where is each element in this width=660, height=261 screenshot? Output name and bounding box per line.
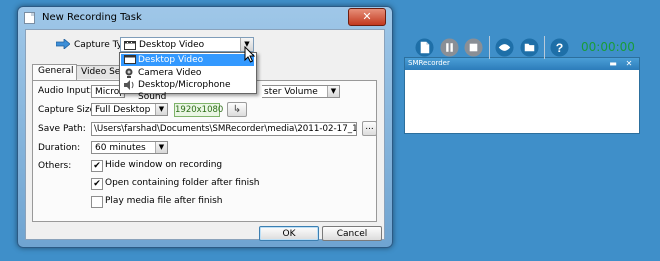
smrecorder-titlebar[interactable]: SMRecorder ▬ ✕ [405,58,639,70]
save-path-label: Save Path: [38,124,86,134]
dialog-title: New Recording Task [42,12,142,23]
resolution-badge: 1920x1080 [174,103,224,117]
webcam-icon [125,68,133,78]
save-path-input[interactable]: \Users\farshad\Documents\SMRecorder\medi… [91,122,357,136]
capture-size-select[interactable]: Full Desktop ▼ [91,103,168,116]
capture-size-value: Full Desktop [95,105,151,115]
option-label: Hide window on recording [105,160,223,170]
chevron-down-icon[interactable]: ▼ [327,86,339,97]
duration-select[interactable]: 60 minutes ▼ [91,141,168,154]
speaker-icon [124,80,134,90]
smrecorder-window: SMRecorder ▬ ✕ [404,57,640,134]
option-desktop-mic-sound[interactable]: Desktop/Microphone Sound [121,79,254,102]
audio-volume-select[interactable]: ster Volume ▼ [262,85,340,98]
audio-volume-value: ster Volume [264,87,318,97]
refresh-button[interactable]: ↳ [227,102,247,117]
close-button[interactable]: ✕ [622,58,636,69]
film-icon [124,55,136,64]
capture-type-dropdown: Desktop Video Camera Video Desktop/Micro… [119,52,257,102]
close-button[interactable]: ✕ [348,8,386,26]
stop-icon[interactable] [464,38,483,57]
chevron-down-icon[interactable]: ▼ [155,142,167,153]
checkbox-unchecked[interactable] [91,196,103,208]
toolbar-divider [489,36,490,59]
chevron-down-icon[interactable]: ▼ [155,104,167,115]
option-label: Open containing folder after finish [105,178,260,188]
smrecorder-title: SMRecorder [408,59,450,67]
help-icon[interactable]: ? [550,38,569,57]
folder-icon[interactable] [520,38,539,57]
browse-button[interactable]: ... [362,121,377,136]
capture-size-label: Capture Size: [38,105,99,115]
minimize-button[interactable]: ▬ [606,58,620,69]
option-label: Play media file after finish [105,196,223,206]
option-camera-video[interactable]: Camera Video [121,67,254,79]
mouse-cursor-icon [244,46,255,63]
option-label: Desktop Video [138,55,204,65]
save-path-value: \Users\farshad\Documents\SMRecorder\medi… [94,124,357,134]
checkbox-checked[interactable]: ✔ [91,178,103,190]
preview-icon[interactable] [495,38,514,57]
new-recording-task-dialog: New Recording Task ✕ Capture Type: Deskt… [17,6,393,248]
others-label: Others: [38,161,72,171]
checkbox-checked[interactable]: ✔ [91,160,103,172]
option-label: Desktop/Microphone Sound [138,80,231,102]
cancel-button[interactable]: Cancel [322,226,382,241]
arrow-right-icon [56,39,70,49]
audio-input-label: Audio Input: [38,86,93,96]
tab-general[interactable]: General [32,64,77,80]
recording-timer: 00:00:00 [581,40,635,54]
pause-icon[interactable] [440,38,459,57]
duration-value: 60 minutes [95,143,146,153]
dialog-titlebar[interactable]: New Recording Task ✕ [18,7,392,29]
option-desktop-video[interactable]: Desktop Video [121,54,254,66]
refresh-icon: ↳ [232,104,242,115]
document-icon [24,12,35,24]
toolbar-divider [544,36,545,59]
capture-type-select[interactable]: Desktop Video ▼ [120,37,254,52]
help-glyph: ? [556,41,564,55]
film-icon [124,41,136,50]
capture-type-value: Desktop Video [139,40,205,50]
ok-button[interactable]: OK [259,226,319,241]
new-task-icon[interactable] [415,38,434,57]
option-label: Camera Video [138,68,202,78]
duration-label: Duration: [38,143,81,153]
